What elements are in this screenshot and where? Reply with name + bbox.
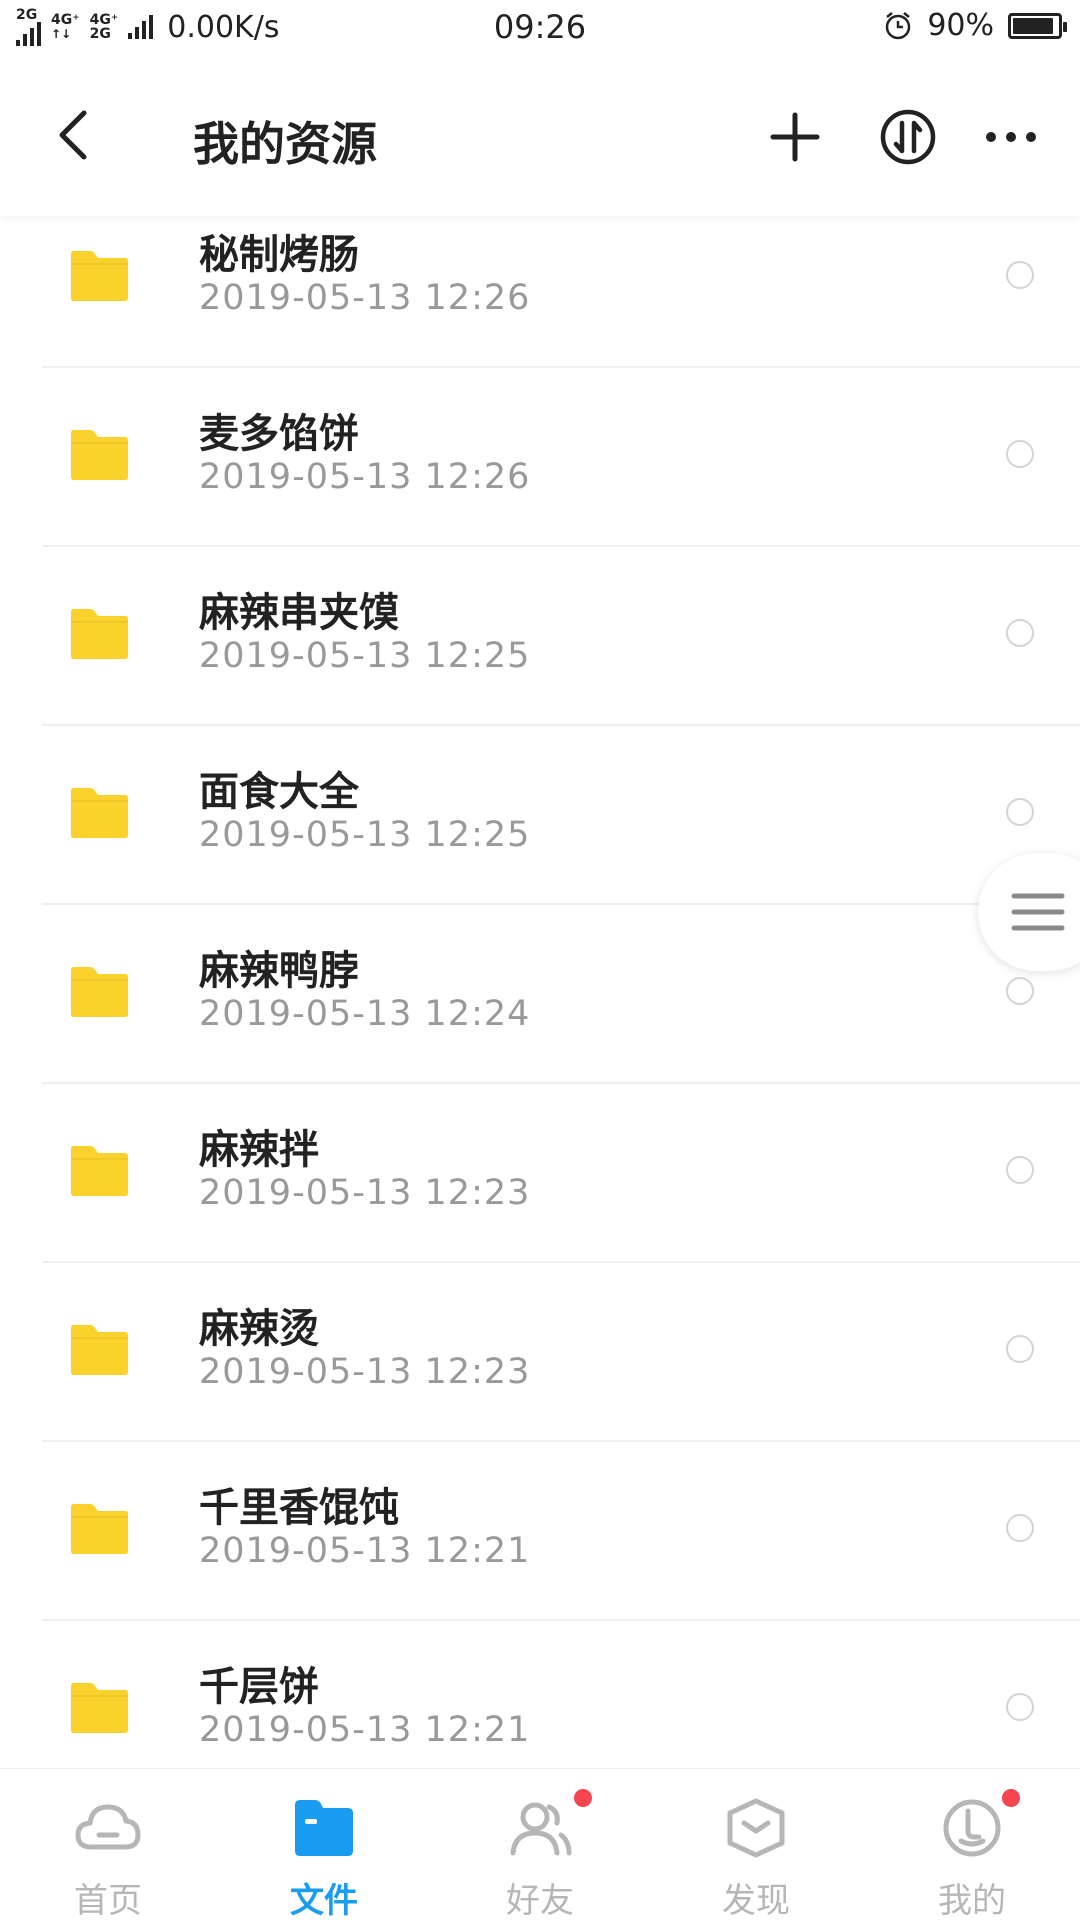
folder-icon (68, 250, 130, 302)
nav-label: 首页 (74, 1881, 142, 1921)
file-row[interactable]: 麻辣串夹馍 2019-05-13 12:25 (0, 547, 1080, 726)
file-date: 2019-05-13 12:23 (199, 1173, 531, 1213)
select-checkbox[interactable] (1006, 798, 1034, 826)
file-name: 秘制烤肠 (199, 232, 359, 278)
file-date: 2019-05-13 12:25 (199, 636, 531, 676)
hamburger-icon (1011, 893, 1065, 931)
folder-icon (68, 1145, 130, 1197)
select-checkbox[interactable] (1006, 977, 1034, 1005)
file-row[interactable]: 麻辣拌 2019-05-13 12:23 (0, 1084, 1080, 1263)
folder-icon (68, 1682, 130, 1734)
folder-icon (68, 1324, 130, 1376)
select-checkbox[interactable] (1006, 261, 1034, 289)
status-right: 90% (883, 8, 1067, 43)
file-date: 2019-05-13 12:21 (199, 1710, 531, 1750)
alarm-icon (886, 11, 911, 39)
plus-icon (770, 112, 820, 162)
transfer-icon (880, 109, 936, 165)
nav-item-2[interactable]: 好友 (432, 1769, 648, 1921)
battery-fill (1013, 17, 1053, 34)
nav-item-0[interactable]: 首页 (0, 1769, 216, 1921)
file-row[interactable]: 麦多馅饼 2019-05-13 12:26 (0, 368, 1080, 547)
file-row[interactable]: 千层饼 2019-05-13 12:21 (0, 1621, 1080, 1768)
folder-icon (68, 608, 130, 660)
transfer-button[interactable] (870, 99, 946, 175)
battery-percent: 90% (927, 8, 994, 43)
file-name: 麻辣鸭脖 (199, 948, 359, 994)
nav-label: 我的 (938, 1881, 1006, 1921)
select-checkbox[interactable] (1006, 619, 1034, 647)
file-row[interactable]: 面食大全 2019-05-13 12:25 (0, 726, 1080, 905)
file-name: 面食大全 (199, 769, 359, 815)
file-date: 2019-05-13 12:25 (199, 815, 531, 855)
nav-label: 发现 (722, 1881, 790, 1921)
file-row[interactable]: 麻辣鸭脖 2019-05-13 12:24 (0, 905, 1080, 1084)
notification-badge (574, 1789, 592, 1807)
nav-label: 好友 (506, 1881, 574, 1921)
cloud-icon (73, 1797, 143, 1859)
file-name: 麻辣拌 (199, 1127, 319, 1173)
file-date: 2019-05-13 12:26 (199, 457, 531, 497)
file-name: 麦多馅饼 (199, 411, 359, 457)
select-checkbox[interactable] (1006, 1335, 1034, 1363)
battery-icon (1008, 12, 1067, 39)
file-row[interactable]: 麻辣烫 2019-05-13 12:23 (0, 1263, 1080, 1442)
profile-icon (937, 1797, 1007, 1859)
more-icon (986, 132, 1036, 142)
nav-item-4[interactable]: 我的 (864, 1769, 1080, 1921)
file-row[interactable]: 秘制烤肠 2019-05-13 12:26 (0, 216, 1080, 368)
file-list[interactable]: 秘制烤肠 2019-05-13 12:26 麦多馅饼 2019-05-13 12:26… (0, 216, 1080, 1768)
file-date: 2019-05-13 12:21 (199, 1531, 531, 1571)
add-button[interactable] (757, 99, 833, 175)
back-button[interactable] (40, 100, 110, 170)
file-name: 千层饼 (199, 1664, 319, 1710)
status-bar: 2G 4G⁺ ↑↓ 4G⁺ 2G 0.00K/s 09:26 90% (0, 0, 1080, 56)
file-date: 2019-05-13 12:24 (199, 994, 531, 1034)
bottom-nav: 首页 文件 好友 发现 我的 (0, 1768, 1080, 1921)
nav-label: 文件 (290, 1881, 358, 1921)
nav-item-3[interactable]: 发现 (648, 1769, 864, 1921)
file-name: 麻辣串夹馍 (199, 590, 399, 636)
page-title: 我的资源 (193, 117, 377, 171)
app-header: 我的资源 (0, 56, 1080, 216)
file-name: 麻辣烫 (199, 1306, 319, 1352)
folder-icon (68, 966, 130, 1018)
more-button[interactable] (973, 99, 1049, 175)
select-checkbox[interactable] (1006, 1514, 1034, 1542)
friends-icon (505, 1797, 575, 1859)
select-checkbox[interactable] (1006, 440, 1034, 468)
folder-icon (289, 1797, 359, 1859)
discover-icon (721, 1797, 791, 1859)
file-row[interactable]: 千里香馄饨 2019-05-13 12:21 (0, 1442, 1080, 1621)
folder-icon (68, 787, 130, 839)
nav-item-1[interactable]: 文件 (216, 1769, 432, 1921)
folder-icon (68, 429, 130, 481)
notification-badge (1002, 1789, 1020, 1807)
folder-icon (68, 1503, 130, 1555)
select-checkbox[interactable] (1006, 1693, 1034, 1721)
file-date: 2019-05-13 12:23 (199, 1352, 531, 1392)
back-arrow-icon (59, 110, 87, 160)
select-checkbox[interactable] (1006, 1156, 1034, 1184)
file-name: 千里香馄饨 (199, 1485, 399, 1531)
file-date: 2019-05-13 12:26 (199, 278, 531, 318)
